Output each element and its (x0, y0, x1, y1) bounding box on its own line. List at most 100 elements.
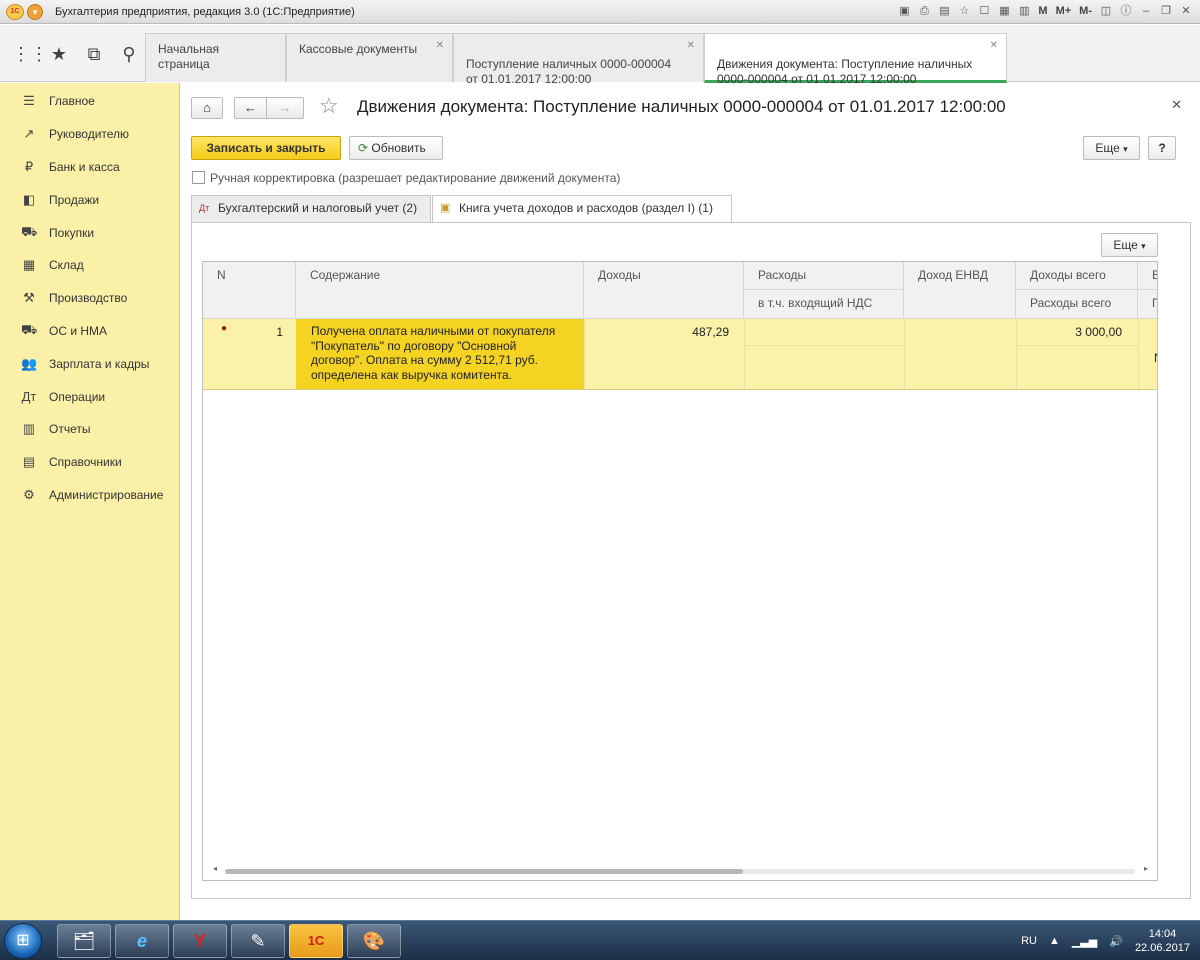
tab-income-expense-book[interactable]: ▣ Книга учета доходов и расходов (раздел… (432, 195, 732, 223)
preview-icon[interactable]: ▤ (936, 3, 952, 19)
header-income-total[interactable]: Доходы всего (1016, 262, 1138, 290)
history-icon[interactable]: ⧉ (82, 42, 106, 66)
header-n[interactable]: N (203, 262, 296, 319)
taskbar-paint[interactable]: 🎨 (347, 924, 401, 958)
sidebar-item-management[interactable]: ↗ Руководителю (0, 118, 179, 151)
operations-icon: Дт (21, 389, 37, 405)
system-tray: RU ▲ ▁▃▅ 🔊 14:04 22.06.2017 (1021, 921, 1190, 960)
language-indicator[interactable]: RU (1021, 935, 1037, 947)
sidebar-item-bank[interactable]: ₽ Банк и касса (0, 151, 179, 184)
tab-cash-receipt[interactable]: Поступление наличных 0000-000004 от 01.0… (453, 33, 704, 86)
windows-logo-icon: ⊞ (16, 932, 30, 949)
clock-date: 22.06.2017 (1134, 942, 1190, 954)
sidebar-item-production[interactable]: ⚒ Производство (0, 282, 179, 315)
sidebar-item-fixed-assets[interactable]: ⛟ ОС и НМА (0, 315, 179, 348)
network-icon[interactable]: ▁▃▅ (1072, 935, 1097, 948)
header-expenses-total[interactable]: Расходы всего (1016, 290, 1138, 319)
grid-more-label: Еще (1113, 238, 1138, 252)
help-button[interactable]: ? (1148, 136, 1176, 160)
home-button[interactable]: ⌂ (191, 97, 223, 119)
favorites-star-icon[interactable]: ★ (47, 42, 71, 66)
header-vat-incl[interactable]: в т.ч. входящий НДС (744, 290, 904, 319)
taskbar: ⊞ 🗂 e Y ✎ 1С 🎨 RU ▲ ▁▃▅ 🔊 14:04 22.06.20… (0, 920, 1200, 960)
header-cut-column-top[interactable]: В (1138, 262, 1157, 290)
close-tab-icon[interactable]: ✕ (436, 38, 444, 53)
tab-cash-documents[interactable]: Кассовые документы ✕ (286, 33, 453, 82)
print-icon[interactable]: ⎙ (916, 3, 932, 19)
cell-content[interactable]: Получена оплата наличными от покупателя … (296, 319, 584, 389)
memory-plus-button[interactable]: M+ (1054, 3, 1074, 19)
link-icon[interactable]: ☐ (976, 3, 992, 19)
header-envd-income[interactable]: Доход ЕНВД (904, 262, 1016, 319)
save-icon[interactable]: ▣ (896, 3, 912, 19)
close-window-icon[interactable]: ✕ (1178, 3, 1194, 19)
sidebar: ☰ Главное ↗ Руководителю ₽ Банк и касса ◧ Пр… (0, 83, 180, 920)
memory-minus-button[interactable]: M- (1077, 3, 1094, 19)
sidebar-item-label: Покупки (49, 225, 95, 240)
memory-button[interactable]: M (1036, 3, 1049, 19)
taskbar-1c[interactable]: 1С (289, 924, 343, 958)
tab-income-expense-book-label: Книга учета доходов и расходов (раздел I… (459, 201, 713, 215)
sidebar-item-operations[interactable]: Дт Операции (0, 380, 179, 413)
minimize-icon[interactable]: – (1138, 3, 1154, 19)
close-tab-icon[interactable]: ✕ (687, 38, 695, 53)
header-content[interactable]: Содержание (296, 262, 584, 319)
sidebar-item-label: Отчеты (49, 422, 91, 437)
header-income[interactable]: Доходы (584, 262, 744, 319)
calculator-icon[interactable]: ▦ (996, 3, 1012, 19)
grid-more-button[interactable]: Еще ▾ (1101, 233, 1158, 257)
start-button[interactable]: ⊞ (4, 923, 42, 959)
header-expenses[interactable]: Расходы (744, 262, 904, 290)
tray-expand-icon[interactable]: ▲ (1049, 935, 1060, 947)
internet-explorer-icon: e (136, 931, 147, 951)
volume-icon[interactable]: 🔊 (1109, 935, 1123, 948)
panel-layout-icon[interactable]: ◫ (1098, 3, 1114, 19)
tab-accounting[interactable]: Дт Бухгалтерский и налоговый учет (2) (191, 195, 431, 222)
sidebar-item-reports[interactable]: ▥ Отчеты (0, 413, 179, 446)
main-menu-button[interactable]: ▾ (27, 3, 43, 20)
more-button[interactable]: Еще ▾ (1083, 136, 1140, 160)
search-icon[interactable]: ⚲ (117, 42, 141, 66)
arrow-right-icon: → (278, 100, 292, 115)
table-row[interactable]: ● 1 Получена оплата наличными от покупат… (203, 319, 1157, 390)
app-logo-icon: 1С (6, 3, 24, 20)
taskbar-yandex[interactable]: Y (173, 924, 227, 958)
more-label: Еще (1095, 141, 1120, 155)
sidebar-item-sales[interactable]: ◧ Продажи (0, 183, 179, 216)
taskbar-notes[interactable]: ✎ (231, 924, 285, 958)
horizontal-scrollbar[interactable]: ◂ ▸ (213, 864, 1148, 875)
tab-document-movements[interactable]: Движения документа: Поступление наличных… (704, 33, 1007, 86)
back-button[interactable]: ← (234, 97, 266, 119)
scroll-right-icon[interactable]: ▸ (1144, 864, 1148, 873)
sidebar-item-warehouse[interactable]: ▦ Склад (0, 249, 179, 282)
sidebar-item-main[interactable]: ☰ Главное (0, 85, 179, 118)
tab-home[interactable]: Начальная страница (145, 33, 286, 82)
refresh-button[interactable]: ⟳ Обновить (349, 136, 443, 160)
sidebar-item-admin[interactable]: ⚙ Администрирование (0, 479, 179, 512)
forward-button[interactable]: → (266, 97, 304, 119)
scroll-left-icon[interactable]: ◂ (213, 864, 217, 873)
favorites-add-icon[interactable]: ☆ (956, 3, 972, 19)
clock[interactable]: 14:04 22.06.2017 (1135, 927, 1190, 955)
save-and-close-button[interactable]: Записать и закрыть (191, 136, 341, 160)
sidebar-item-catalogs[interactable]: ▤ Справочники (0, 446, 179, 479)
sidebar-item-salary[interactable]: 👥 Зарплата и кадры (0, 347, 179, 380)
taskbar-ie[interactable]: e (115, 924, 169, 958)
refresh-icon: ⟳ (358, 141, 369, 155)
restore-icon[interactable]: ❐ (1158, 3, 1174, 19)
favorite-star-icon[interactable]: ☆ (319, 94, 339, 118)
calendar-icon[interactable]: ▥ (1016, 3, 1032, 19)
close-form-icon[interactable]: ✕ (1171, 97, 1182, 113)
manual-correction-checkbox[interactable] (192, 171, 205, 184)
close-tab-icon[interactable]: ✕ (990, 38, 998, 53)
header-cut-column-bottom[interactable]: П (1138, 290, 1157, 319)
window-titlebar: 1С ▾ Бухгалтерия предприятия, редакция 3… (0, 0, 1200, 24)
sidebar-item-label: Склад (49, 258, 84, 273)
apps-grid-icon[interactable]: ⋮⋮ (12, 42, 48, 66)
sidebar-item-purchases[interactable]: ⛟ Покупки (0, 216, 179, 249)
info-icon[interactable]: ⓘ (1118, 3, 1134, 19)
scroll-thumb[interactable] (225, 869, 743, 874)
taskbar-explorer[interactable]: 🗂 (57, 924, 111, 958)
ruble-icon: ₽ (24, 158, 34, 174)
tab-document-movements-label: Движения документа: Поступление наличных… (717, 57, 973, 86)
